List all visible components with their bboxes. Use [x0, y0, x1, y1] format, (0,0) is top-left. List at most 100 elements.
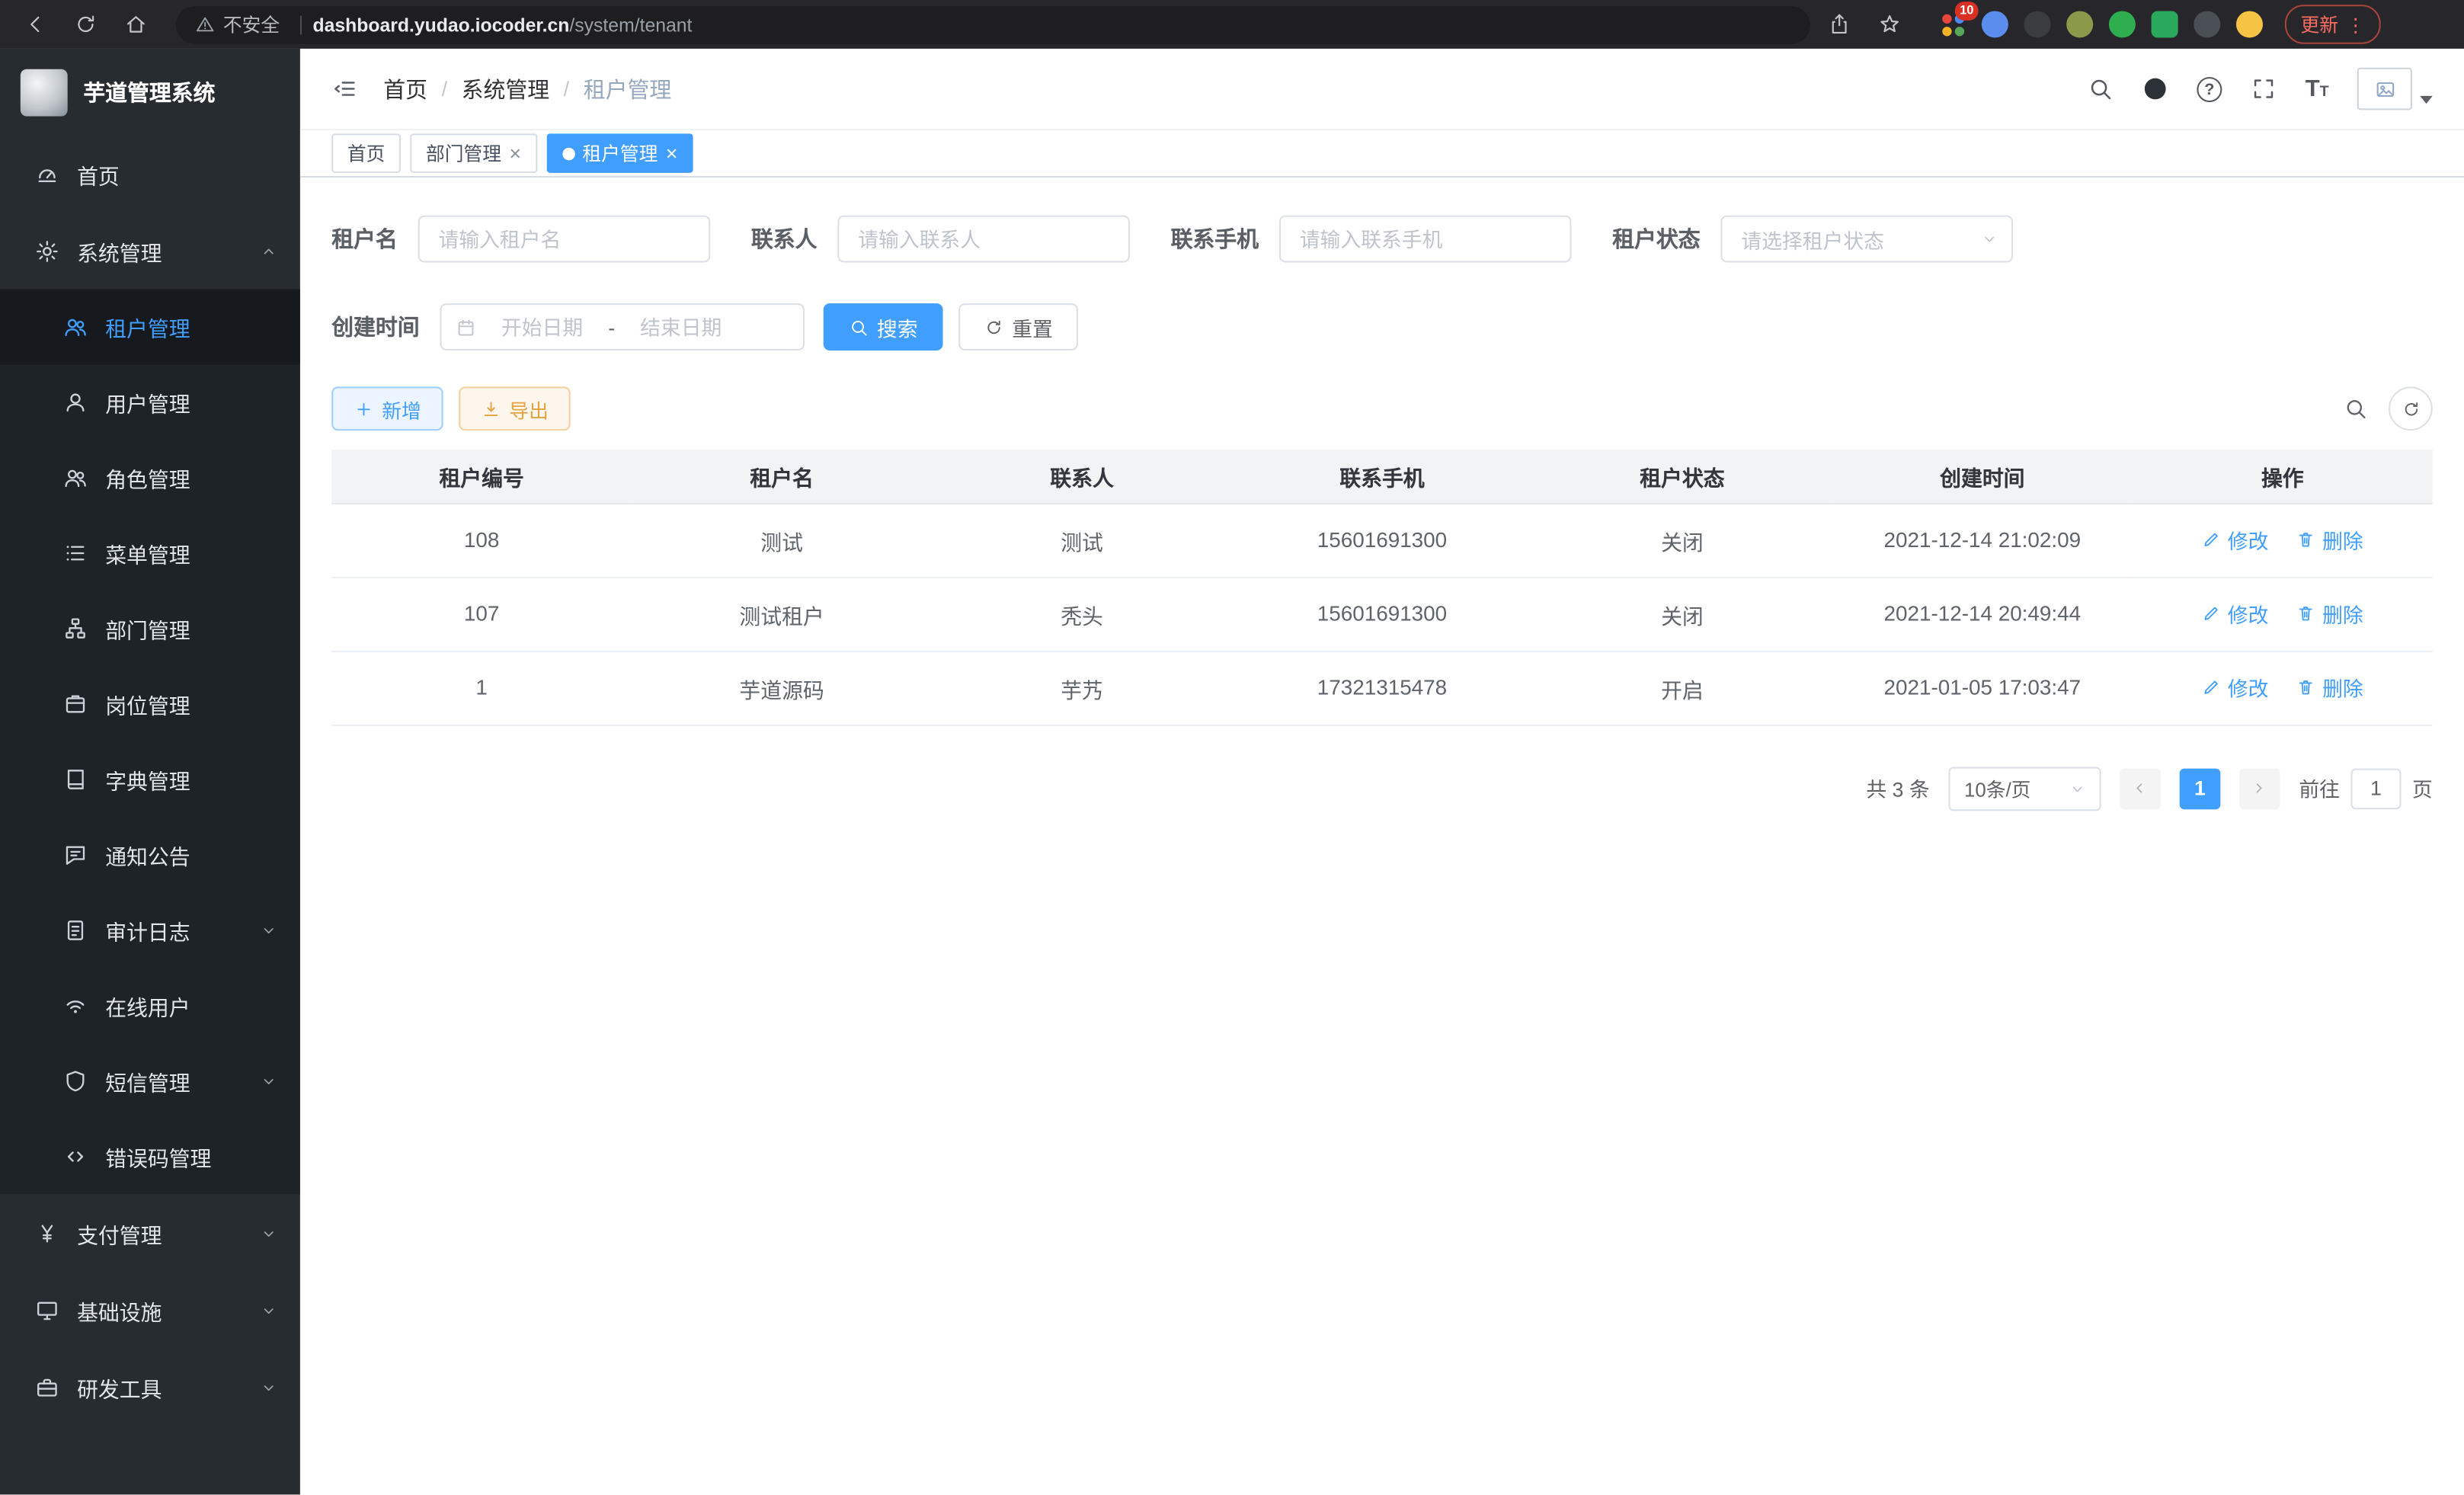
close-icon[interactable]: × — [666, 143, 678, 164]
cell-name: 芋道源码 — [632, 651, 932, 725]
extension-dots-icon[interactable]: 10 — [1939, 11, 1966, 37]
sidebar-item-sms[interactable]: 短信管理 — [0, 1044, 300, 1119]
table-row: 107 测试租户 秃头 15601691300 关闭 2021-12-14 20… — [331, 577, 2433, 651]
cell-status: 关闭 — [1532, 503, 1832, 577]
audit-doc-icon — [63, 918, 88, 943]
sidebar-item-dept[interactable]: 部门管理 — [0, 591, 300, 667]
page-size-select[interactable]: 10条/页 — [1948, 766, 2101, 810]
extension-green-icon[interactable] — [2109, 11, 2136, 37]
tenant-status-select[interactable]: 请选择租户状态 — [1720, 216, 2013, 263]
sidebar-item-user[interactable]: 用户管理 — [0, 365, 300, 440]
browser-chrome: 不安全 dashboard.yudao.iocoder.cn /system/t… — [0, 0, 2464, 49]
role-users-icon — [63, 466, 88, 491]
sidebar-item-label: 岗位管理 — [105, 688, 190, 719]
sidebar-item-dict[interactable]: 字典管理 — [0, 742, 300, 818]
date-end-input[interactable] — [621, 315, 741, 339]
sidebar-item-menu[interactable]: 菜单管理 — [0, 516, 300, 591]
search-icon — [849, 317, 869, 338]
status-label: 租户状态 — [1612, 223, 1701, 255]
tab-tenant[interactable]: 租户管理 × — [546, 133, 693, 173]
tab-dept[interactable]: 部门管理 × — [410, 133, 536, 173]
col-status: 租户状态 — [1532, 450, 1832, 503]
sidebar-item-tenant[interactable]: 租户管理 — [0, 290, 300, 365]
sidebar-item-error-code[interactable]: 错误码管理 — [0, 1119, 300, 1195]
chevron-down-icon — [2420, 96, 2433, 104]
sidebar-item-notice[interactable]: 通知公告 — [0, 818, 300, 893]
table-search-button[interactable] — [2343, 396, 2368, 421]
bookmark-star-icon[interactable] — [1870, 5, 1908, 43]
extension-dark-icon[interactable] — [2024, 11, 2051, 37]
sidebar-item-system[interactable]: 系统管理 — [0, 212, 300, 289]
sidebar-item-home[interactable]: 首页 — [0, 135, 300, 212]
current-page-button[interactable]: 1 — [2180, 768, 2221, 809]
sidebar-item-payment[interactable]: 支付管理 — [0, 1195, 300, 1272]
edit-button[interactable]: 修改 — [2202, 599, 2269, 629]
collapse-sidebar-icon[interactable] — [331, 75, 358, 102]
cell-created: 2021-12-14 21:02:09 — [1832, 503, 2133, 577]
col-tenant-name: 租户名 — [632, 450, 932, 503]
delete-button[interactable]: 删除 — [2296, 599, 2363, 629]
app-logo: 芋道管理系统 — [0, 49, 300, 135]
browser-home-button[interactable] — [117, 5, 155, 43]
profile-avatar-icon[interactable] — [2236, 11, 2263, 37]
delete-button[interactable]: 删除 — [2296, 673, 2363, 703]
cell-contact: 秃头 — [932, 577, 1232, 651]
next-page-button[interactable] — [2239, 768, 2280, 809]
close-icon[interactable]: × — [509, 143, 521, 164]
date-range-picker[interactable]: - — [440, 303, 805, 351]
browser-back-button[interactable] — [16, 5, 54, 43]
cell-status: 关闭 — [1532, 577, 1832, 651]
extension-slate-icon[interactable] — [2194, 11, 2220, 37]
browser-reload-button[interactable] — [66, 5, 104, 43]
tab-home[interactable]: 首页 — [331, 133, 401, 173]
search-button[interactable]: 搜索 — [824, 303, 943, 351]
table-refresh-button[interactable] — [2389, 386, 2433, 431]
sidebar-item-label: 在线用户 — [105, 990, 190, 1021]
delete-button[interactable]: 删除 — [2296, 525, 2363, 555]
online-signal-icon — [63, 994, 88, 1019]
reset-button[interactable]: 重置 — [958, 303, 1078, 351]
font-size-icon[interactable]: TT — [2306, 77, 2329, 101]
col-tenant-id: 租户编号 — [331, 450, 632, 503]
trash-icon — [2296, 604, 2316, 624]
chevron-down-icon — [259, 1378, 278, 1397]
infra-monitor-icon — [34, 1298, 59, 1323]
tenant-users-icon — [63, 315, 88, 340]
date-start-input[interactable] — [482, 315, 602, 339]
table-row: 108 测试 测试 15601691300 关闭 2021-12-14 21:0… — [331, 503, 2433, 577]
sidebar-item-audit-log[interactable]: 审计日志 — [0, 893, 300, 968]
edit-icon — [2202, 604, 2222, 624]
breadcrumb-system[interactable]: 系统管理 — [462, 73, 550, 104]
sidebar-item-role[interactable]: 角色管理 — [0, 440, 300, 516]
user-avatar[interactable] — [2357, 68, 2433, 110]
export-button[interactable]: 导出 — [459, 386, 570, 431]
fullscreen-icon[interactable] — [2251, 75, 2277, 102]
sidebar-item-infra[interactable]: 基础设施 — [0, 1272, 300, 1349]
contact-input[interactable] — [837, 216, 1130, 263]
goto-page-input[interactable] — [2350, 768, 2401, 809]
pagination: 共 3 条 10条/页 1 前往 页 — [331, 766, 2433, 810]
filter-contact: 联系人 — [751, 216, 1130, 263]
prev-page-button[interactable] — [2120, 768, 2161, 809]
sidebar-item-online-user[interactable]: 在线用户 — [0, 968, 300, 1044]
sidebar-item-devtools[interactable]: 研发工具 — [0, 1349, 300, 1426]
address-bar[interactable]: 不安全 dashboard.yudao.iocoder.cn /system/t… — [176, 5, 1810, 43]
github-icon[interactable] — [2142, 75, 2168, 102]
sidebar-item-label: 首页 — [77, 158, 120, 189]
search-icon[interactable] — [2087, 75, 2114, 102]
refresh-icon — [984, 317, 1004, 338]
extension-blue-icon[interactable] — [1982, 11, 2008, 37]
sidebar-item-post[interactable]: 岗位管理 — [0, 667, 300, 742]
extension-green-square-icon[interactable] — [2152, 11, 2178, 37]
tenant-name-input[interactable] — [418, 216, 711, 263]
breadcrumb-home[interactable]: 首页 — [383, 73, 427, 104]
extension-olive-icon[interactable] — [2066, 11, 2093, 37]
edit-button[interactable]: 修改 — [2202, 673, 2269, 703]
add-button[interactable]: 新增 — [331, 386, 443, 431]
edit-button[interactable]: 修改 — [2202, 525, 2269, 555]
help-icon[interactable]: ? — [2197, 76, 2222, 101]
share-icon[interactable] — [1819, 5, 1858, 43]
phone-input[interactable] — [1279, 216, 1572, 263]
sidebar-item-label: 基础设施 — [77, 1294, 162, 1325]
browser-update-button[interactable]: 更新 ⋮ — [2285, 5, 2381, 44]
